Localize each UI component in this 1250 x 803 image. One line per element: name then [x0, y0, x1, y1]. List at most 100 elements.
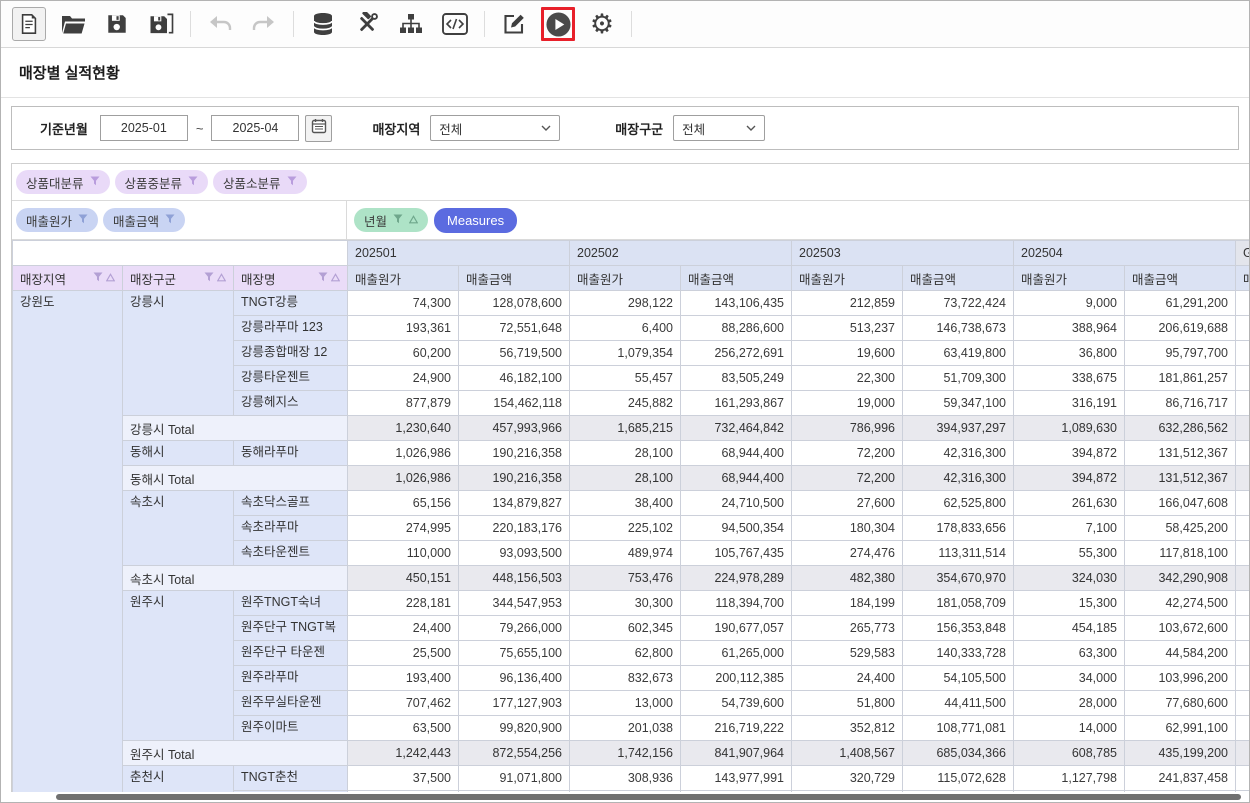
measure-header[interactable]: 매출금액 [1125, 266, 1236, 291]
run-button[interactable] [541, 7, 575, 41]
total-label-cell: 속초시 Total [123, 566, 348, 591]
value-cell: 201,038 [570, 716, 681, 741]
settings-icon: ⚙ [590, 11, 614, 38]
chip-measures[interactable]: Measures [434, 208, 517, 233]
district-field-header[interactable]: 매장구군 [123, 266, 234, 291]
measure-header[interactable]: 매출원가 [570, 266, 681, 291]
total-value-cell: 131,512,367 [1125, 466, 1236, 491]
store-field-header[interactable]: 매장명 [234, 266, 348, 291]
run-icon [545, 11, 572, 38]
value-cell: 54,105,500 [903, 666, 1014, 691]
chip-cost[interactable]: 매출원가 [16, 208, 98, 232]
value-cell: 602,345 [570, 616, 681, 641]
total-value-cell-partial [1236, 416, 1250, 441]
total-label-cell: 동해시 Total [123, 466, 348, 491]
sort-asc-icon[interactable] [106, 271, 115, 285]
total-value-cell: 685,034,366 [903, 741, 1014, 766]
funnel-icon[interactable] [318, 271, 328, 285]
new-document-button[interactable] [12, 7, 46, 41]
chip-product-minor[interactable]: 상품소분류 [213, 170, 307, 194]
value-cell: 190,677,057 [681, 616, 792, 641]
value-cell: 178,833,656 [903, 516, 1014, 541]
total-value-cell: 1,685,215 [570, 416, 681, 441]
save-copy-button[interactable] [144, 7, 178, 41]
year-group-header[interactable]: 202503 [792, 241, 1014, 266]
sitemap-button[interactable] [394, 7, 428, 41]
chip-cost-label: 매출원가 [26, 211, 72, 230]
funnel-icon[interactable] [393, 213, 403, 227]
funnel-icon[interactable] [287, 175, 297, 189]
base-month-label: 기준년월 [40, 119, 88, 138]
measure-header[interactable]: 매출금액 [681, 266, 792, 291]
value-cell: 14,000 [1014, 716, 1125, 741]
value-cell: 63,500 [348, 716, 459, 741]
funnel-icon[interactable] [90, 175, 100, 189]
value-cell: 77,680,600 [1125, 691, 1236, 716]
new-document-icon [18, 13, 40, 35]
database-button[interactable] [306, 7, 340, 41]
value-cell: 42,316,300 [903, 441, 1014, 466]
measure-header[interactable]: 매출금액 [459, 266, 570, 291]
total-value-cell: 732,464,842 [681, 416, 792, 441]
chip-sales[interactable]: 매출금액 [103, 208, 185, 232]
edit-button[interactable] [497, 7, 531, 41]
code-button[interactable] [438, 7, 472, 41]
value-cell: 394,872 [1014, 441, 1125, 466]
value-cell: 83,505,249 [681, 366, 792, 391]
toolbar-separator [484, 11, 485, 37]
toolbar-separator [190, 11, 191, 37]
value-cell: 118,394,700 [681, 591, 792, 616]
grand-total-header[interactable]: G [1236, 241, 1250, 266]
value-cell: 454,185 [1014, 616, 1125, 641]
chip-product-major[interactable]: 상품대분류 [16, 170, 110, 194]
sort-asc-icon[interactable] [217, 271, 226, 285]
value-cell: 241,837,458 [1125, 766, 1236, 791]
chip-product-middle[interactable]: 상품중분류 [115, 170, 209, 194]
total-value-cell: 632,286,562 [1125, 416, 1236, 441]
pivot-grid-panel: 상품대분류상품중분류상품소분류 매출원가매출금액 년월Measures 2025… [11, 163, 1250, 803]
sitemap-icon [399, 13, 423, 35]
measure-header[interactable]: 매출원가 [348, 266, 459, 291]
measure-header[interactable]: 매출원가 [792, 266, 903, 291]
value-cell: 6,400 [570, 316, 681, 341]
value-cell: 140,333,728 [903, 641, 1014, 666]
value-cell: 19,600 [792, 341, 903, 366]
sort-asc-icon[interactable] [409, 213, 418, 227]
funnel-icon[interactable] [165, 213, 175, 227]
year-group-header[interactable]: 202501 [348, 241, 570, 266]
year-group-header[interactable]: 202502 [570, 241, 792, 266]
region-select[interactable]: 전체 [430, 115, 560, 141]
funnel-icon[interactable] [93, 271, 103, 285]
value-cell-partial [1236, 641, 1250, 666]
measure-header[interactable]: 매출금액 [903, 266, 1014, 291]
sort-asc-icon[interactable] [331, 271, 340, 285]
value-cell: 91,071,800 [459, 766, 570, 791]
funnel-icon[interactable] [204, 271, 214, 285]
district-cell: 강릉시 [123, 291, 234, 416]
base-month-to-input[interactable] [211, 115, 299, 141]
chip-yearmonth[interactable]: 년월 [354, 208, 428, 232]
settings-button[interactable]: ⚙ [585, 7, 619, 41]
base-month-from-input[interactable] [100, 115, 188, 141]
open-folder-button[interactable] [56, 7, 90, 41]
value-cell: 46,182,100 [459, 366, 570, 391]
measure-header[interactable]: 매출원가 [1014, 266, 1125, 291]
value-cell: 113,311,514 [903, 541, 1014, 566]
value-cell: 58,425,200 [1125, 516, 1236, 541]
region-field-header[interactable]: 매장지역 [13, 266, 123, 291]
horizontal-scrollbar-thumb[interactable] [56, 794, 1241, 800]
funnel-icon[interactable] [78, 213, 88, 227]
undo-icon [207, 15, 233, 33]
total-row: 속초시 Total450,151448,156,503753,476224,97… [13, 566, 1250, 591]
save-button[interactable] [100, 7, 134, 41]
year-group-header[interactable]: 202504 [1014, 241, 1236, 266]
funnel-icon[interactable] [188, 175, 198, 189]
value-cell: 51,709,300 [903, 366, 1014, 391]
store-name-cell: 원주TNGT숙녀 [234, 591, 348, 616]
chevron-down-icon [746, 121, 756, 135]
table-row: 원주시원주TNGT숙녀228,181344,547,95330,300118,3… [13, 591, 1250, 616]
tools-button[interactable] [350, 7, 384, 41]
district-select[interactable]: 전체 [673, 115, 765, 141]
value-cell: 265,773 [792, 616, 903, 641]
calendar-button[interactable] [305, 115, 332, 142]
